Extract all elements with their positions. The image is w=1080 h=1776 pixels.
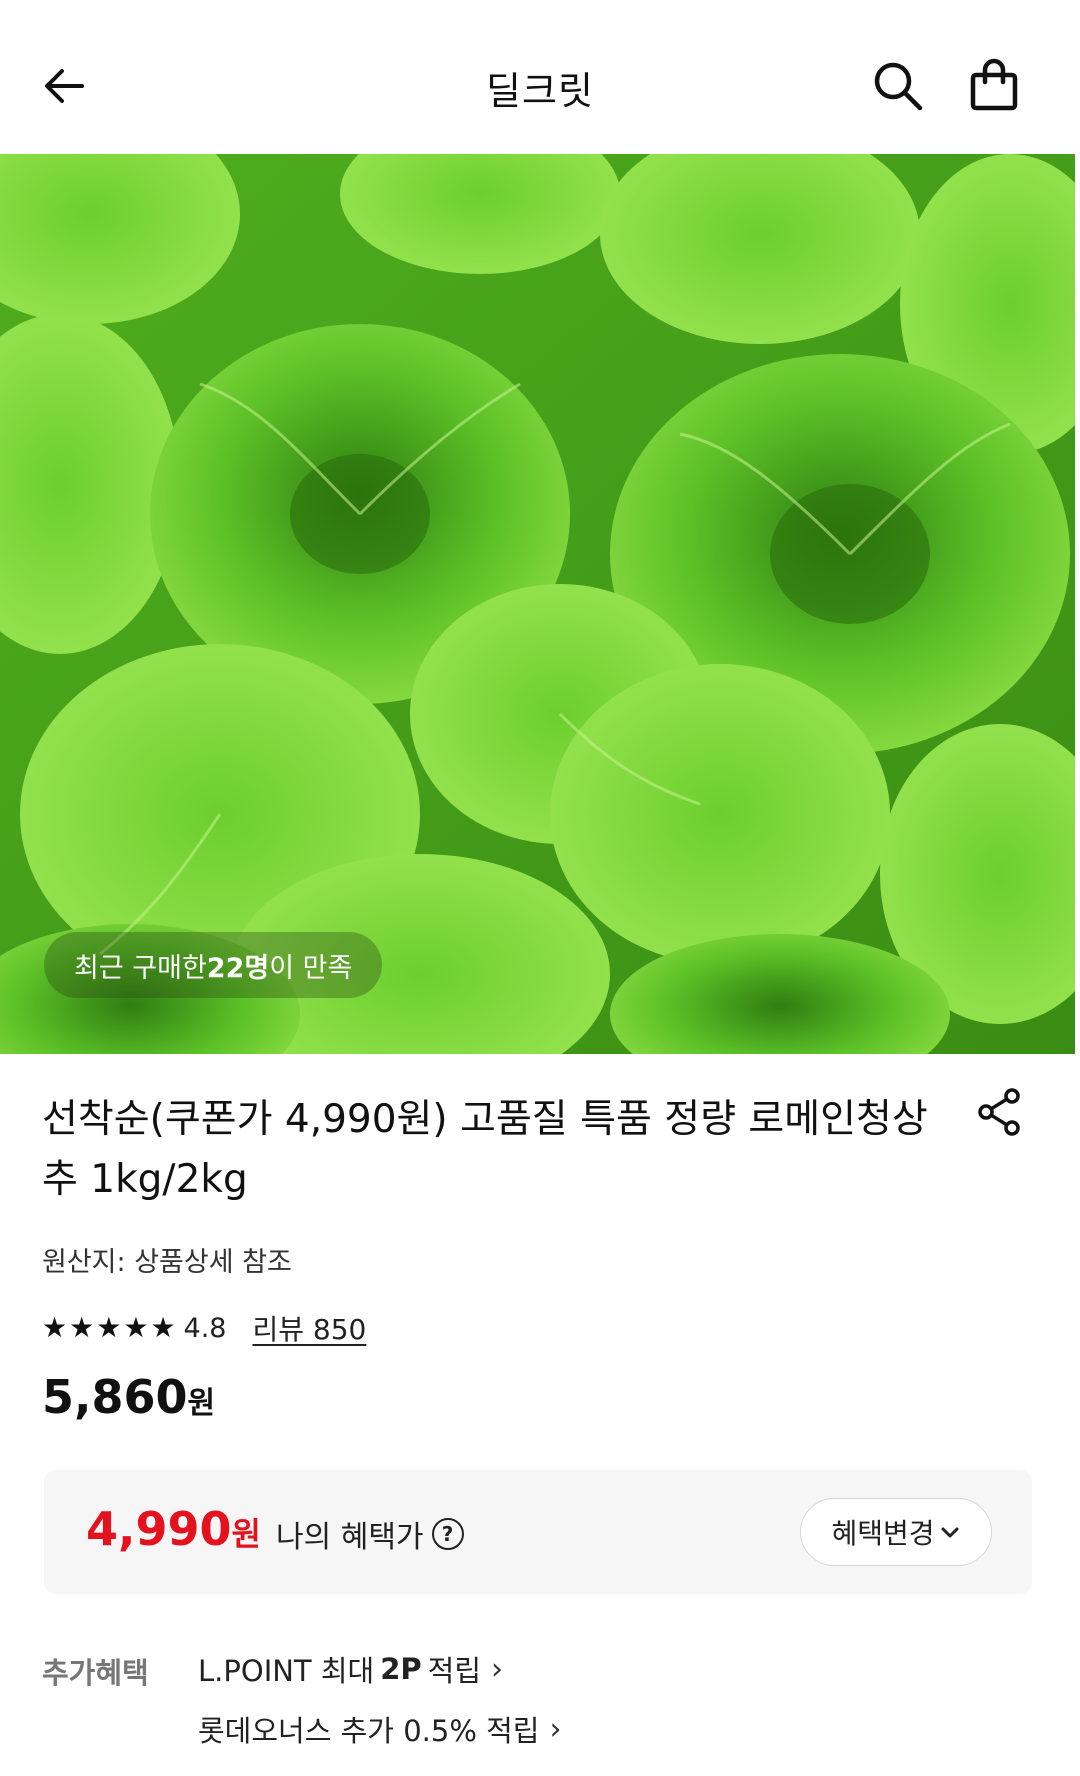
shopping-bag-icon xyxy=(970,58,1018,111)
lpoint-benefit-link[interactable]: L.POINT 최대 2P 적립 › xyxy=(198,1648,503,1690)
help-icon[interactable]: ? xyxy=(431,1518,464,1550)
rating-value: 4.8 xyxy=(183,1312,227,1344)
star-rating: ★ ★ ★ ★ ★ xyxy=(42,1314,176,1342)
star-icon: ★ xyxy=(69,1311,95,1344)
price-number: 5,860 xyxy=(42,1370,188,1424)
share-button[interactable] xyxy=(974,1086,1030,1142)
benefit-label: 나의 혜택가 ? xyxy=(276,1512,464,1556)
lpoint-amount: 2P xyxy=(380,1652,422,1686)
chevron-right-icon: › xyxy=(549,1711,562,1747)
star-icon: ★ xyxy=(123,1311,149,1344)
review-link[interactable]: 리뷰 850 xyxy=(253,1308,367,1348)
lotte-owners-benefit-link[interactable]: 롯데오너스 추가 0.5% 적립 › xyxy=(198,1708,561,1750)
lettuce-photo xyxy=(0,154,1075,1054)
share-icon xyxy=(978,1088,1020,1136)
product-image[interactable] xyxy=(0,154,1075,1054)
extra-benefit-label: 추가혜택 xyxy=(42,1656,149,1690)
app-header: 딜크릿 xyxy=(0,0,1080,154)
product-price: 5,860원 xyxy=(42,1370,215,1424)
satisfaction-prefix: 최근 구매한 xyxy=(74,952,207,984)
lpoint-suffix: 적립 xyxy=(427,1654,482,1688)
product-title: 선착순(쿠폰가 4,990원) 고품질 특품 정량 로메인청상추 1kg/2kg xyxy=(42,1097,928,1202)
chevron-right-icon: › xyxy=(491,1651,504,1687)
benefit-label-text: 나의 혜택가 xyxy=(276,1520,424,1555)
origin-info: 원산지: 상품상세 참조 xyxy=(42,1247,292,1278)
search-button[interactable] xyxy=(868,56,932,120)
chevron-down-icon xyxy=(941,1527,959,1538)
benefit-price: 4,990원 xyxy=(86,1502,261,1556)
benefit-price-number: 4,990 xyxy=(86,1502,232,1556)
satisfaction-suffix: 이 만족 xyxy=(269,952,353,984)
change-benefit-label: 혜택변경 xyxy=(831,1517,935,1550)
price-unit: 원 xyxy=(187,1386,216,1421)
cart-button[interactable] xyxy=(964,56,1028,120)
star-icon: ★ xyxy=(150,1311,176,1344)
star-icon: ★ xyxy=(42,1311,68,1344)
satisfaction-badge: 최근 구매한 22명 이 만족 xyxy=(44,932,383,998)
lotte-owners-text: 롯데오너스 추가 0.5% 적립 xyxy=(198,1714,540,1748)
change-benefit-button[interactable]: 혜택변경 xyxy=(800,1498,992,1566)
satisfaction-count: 22명 xyxy=(206,952,270,984)
star-icon: ★ xyxy=(96,1311,122,1344)
lpoint-prefix: L.POINT 최대 xyxy=(198,1654,375,1688)
benefit-price-unit: 원 xyxy=(231,1515,261,1553)
rating-row: ★ ★ ★ ★ ★ 4.8 리뷰 850 xyxy=(42,1308,366,1348)
search-icon xyxy=(874,62,923,111)
benefit-price-box: 4,990원 나의 혜택가 ? 혜택변경 xyxy=(44,1470,1032,1594)
